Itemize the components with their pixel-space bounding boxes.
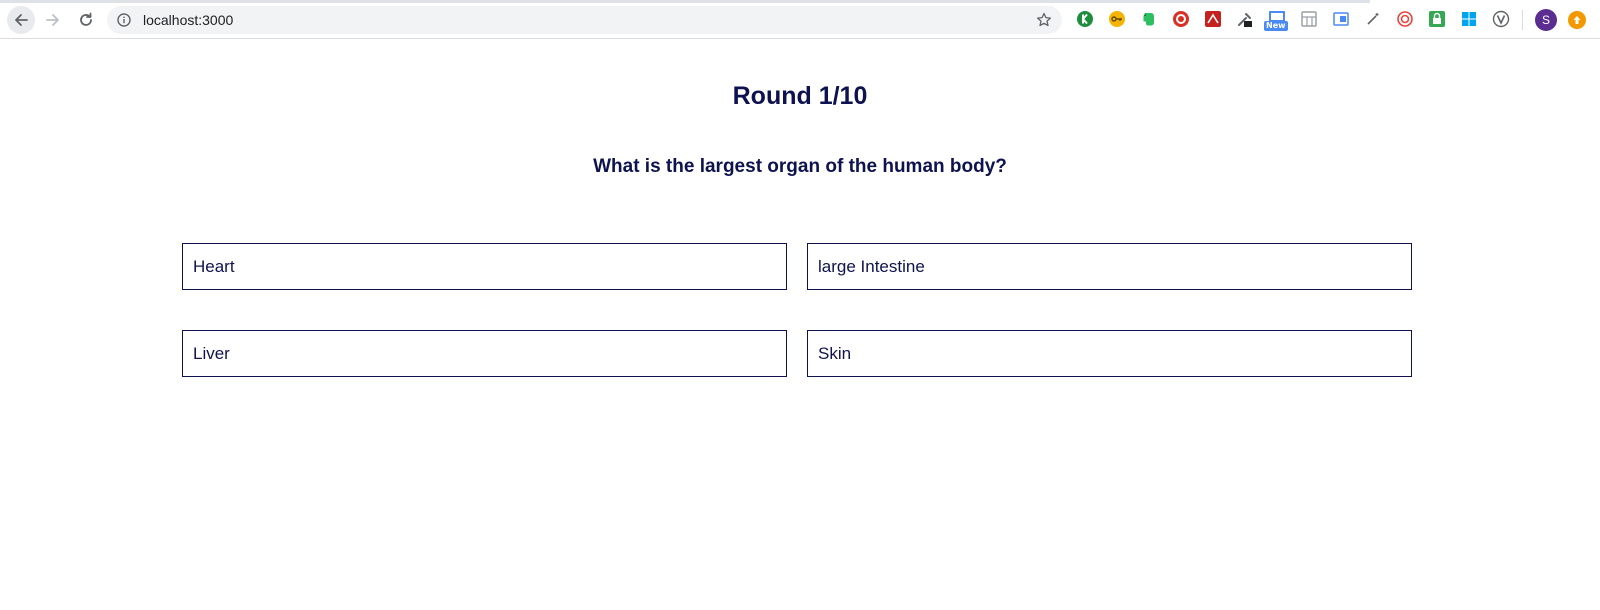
grid-extension-icon[interactable] [1300, 10, 1318, 28]
arrow-left-icon [15, 14, 28, 26]
new-badge: New [1264, 21, 1288, 31]
update-menu-icon[interactable] [1568, 11, 1586, 29]
target-extension-icon[interactable] [1172, 10, 1190, 28]
forward-button[interactable] [39, 6, 67, 34]
round-counter: Round 1/10 [732, 82, 868, 110]
reload-icon [80, 12, 92, 26]
back-button[interactable] [7, 6, 35, 34]
key-extension-icon[interactable] [1108, 10, 1126, 28]
reload-button[interactable] [72, 6, 100, 34]
spiral-extension-icon[interactable] [1396, 10, 1414, 28]
evernote-icon[interactable] [1140, 10, 1158, 28]
answer-option[interactable]: large Intestine [807, 243, 1412, 290]
info-icon[interactable] [117, 13, 131, 27]
tab-strip-edge [0, 0, 1370, 3]
answer-option[interactable]: Skin [807, 330, 1412, 377]
window-extension-icon[interactable] [1332, 10, 1350, 28]
address-bar[interactable]: localhost:3000 [107, 6, 1062, 34]
eyedropper-extension-icon[interactable] [1236, 10, 1254, 28]
bookmark-star-icon[interactable] [1036, 12, 1052, 28]
question-text: What is the largest organ of the human b… [593, 156, 1007, 177]
red-app-extension-icon[interactable] [1204, 10, 1222, 28]
answer-option[interactable]: Liver [182, 330, 787, 377]
toolbar-divider [1522, 10, 1523, 30]
k-extension-icon[interactable] [1076, 10, 1094, 28]
browser-toolbar: localhost:3000 New S [0, 0, 1600, 39]
v-extension-icon[interactable] [1492, 10, 1510, 28]
answer-option[interactable]: Heart [182, 243, 787, 290]
arrow-right-icon [46, 14, 59, 26]
profile-avatar[interactable]: S [1535, 9, 1557, 31]
windows-extension-icon[interactable] [1460, 10, 1478, 28]
screenshot-extension-icon[interactable]: New [1264, 10, 1288, 31]
url-text[interactable]: localhost:3000 [143, 12, 233, 28]
wand-extension-icon[interactable] [1364, 10, 1382, 28]
lock-extension-icon[interactable] [1428, 10, 1446, 28]
